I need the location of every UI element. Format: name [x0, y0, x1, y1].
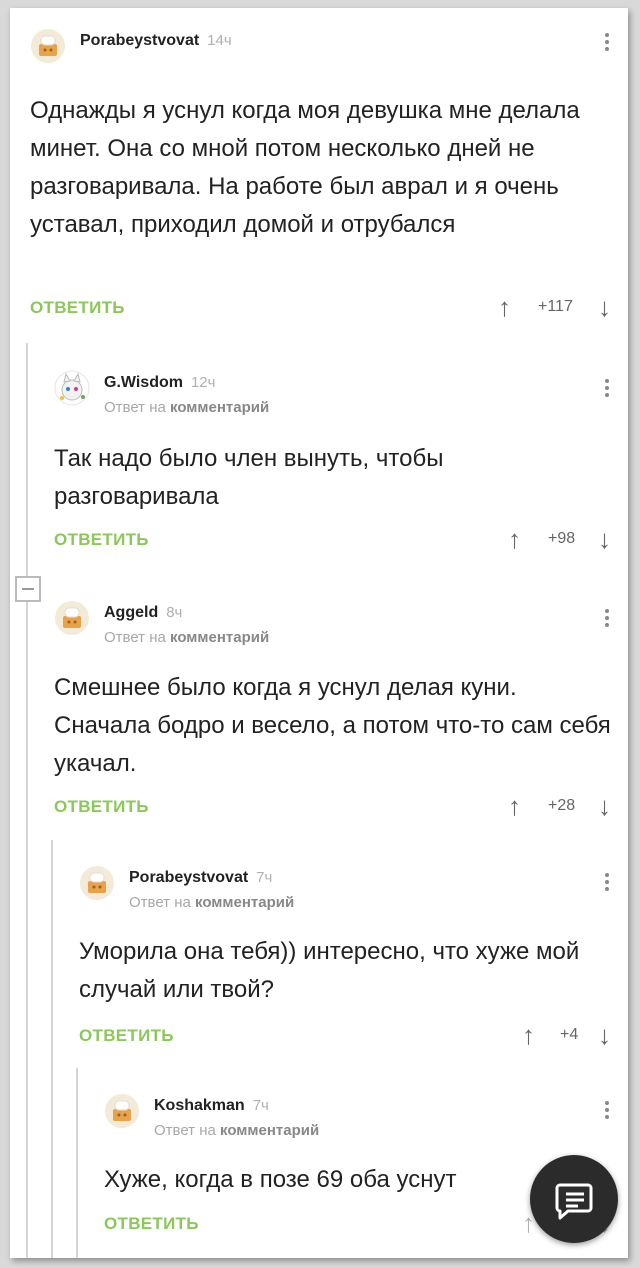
votes: ↑ +98 ↓ — [508, 524, 616, 554]
thread-line — [51, 840, 53, 1258]
vote-count: +117 — [538, 298, 573, 315]
reply-to: Ответ на комментарий — [104, 399, 269, 416]
vote-count: +98 — [548, 530, 576, 547]
comment-time: 12ч — [190, 374, 216, 391]
comment-time: 14ч — [207, 32, 232, 49]
arrow-up-icon[interactable]: ↑ — [498, 292, 511, 323]
votes: ↑ +4 ↓ — [522, 1020, 616, 1050]
avatar[interactable] — [54, 370, 90, 406]
vote-count: +4 — [560, 1026, 579, 1043]
author-name[interactable]: Koshakman 7ч — [154, 1097, 269, 1115]
comment-time: 7ч — [256, 869, 273, 886]
avatar[interactable] — [104, 1093, 140, 1129]
author-name-text[interactable]: Porabeystvovat — [129, 869, 248, 886]
comment-header: Aggeld 8ч Ответ на комментарий — [54, 598, 614, 646]
author-name[interactable]: Porabeystvovat 7ч — [129, 869, 272, 887]
reply-button[interactable]: ОТВЕТИТЬ — [104, 1214, 199, 1234]
reply-to-link[interactable]: комментарий — [170, 399, 269, 416]
reply-to-link[interactable]: комментарий — [170, 629, 269, 646]
arrow-down-icon[interactable]: ↓ — [598, 292, 611, 323]
author-name-text[interactable]: G.Wisdom — [104, 374, 183, 391]
avatar[interactable] — [79, 865, 115, 901]
author-name-text[interactable]: Koshakman — [154, 1097, 245, 1114]
comments-screen: Porabeystvovat 14ч Однажды я уснул когда … — [10, 8, 628, 1258]
author-name[interactable]: Porabeystvovat 14ч — [80, 32, 232, 50]
reply-to-prefix: Ответ на — [104, 399, 166, 416]
reply-to-link[interactable]: комментарий — [220, 1122, 319, 1139]
arrow-down-icon[interactable]: ↓ — [598, 1020, 611, 1051]
comment-header: G.Wisdom 12ч Ответ на комментарий — [54, 368, 614, 416]
reply-button[interactable]: ОТВЕТИТЬ — [30, 298, 125, 318]
more-vertical-icon[interactable] — [602, 870, 612, 894]
collapse-thread-button[interactable] — [15, 576, 41, 602]
comment-header: Koshakman 7ч Ответ на комментарий — [104, 1091, 614, 1139]
thread-line — [76, 1068, 78, 1258]
comment-text: Так надо было член вынуть, чтобы разгова… — [54, 445, 444, 510]
arrow-up-icon[interactable]: ↑ — [522, 1020, 535, 1051]
reply-button[interactable]: ОТВЕТИТЬ — [79, 1026, 174, 1046]
reply-to-prefix: Ответ на — [154, 1122, 216, 1139]
votes: ↑ +28 ↓ — [508, 791, 616, 821]
more-vertical-icon[interactable] — [602, 606, 612, 630]
vote-count: +28 — [548, 797, 576, 814]
comment-text: Однажды я уснул когда моя девушка мне де… — [30, 97, 580, 238]
reply-to: Ответ на комментарий — [129, 894, 294, 911]
reply-to-prefix: Ответ на — [104, 629, 166, 646]
avatar[interactable] — [54, 600, 90, 636]
comment-header: Porabeystvovat 7ч Ответ на комментарий — [79, 863, 614, 911]
thread-line — [26, 343, 28, 1258]
author-name[interactable]: Aggeld 8ч — [104, 604, 182, 622]
more-vertical-icon[interactable] — [602, 376, 612, 400]
comment-header: Porabeystvovat 14ч — [30, 26, 620, 66]
arrow-up-icon[interactable]: ↑ — [508, 791, 521, 822]
comment-text: Уморила она тебя)) интересно, что хуже м… — [79, 938, 580, 1003]
add-comment-button[interactable] — [530, 1155, 618, 1243]
comment-text: Хуже, когда в позе 69 оба уснут — [104, 1166, 457, 1193]
more-vertical-icon[interactable] — [602, 30, 612, 54]
reply-to: Ответ на комментарий — [154, 1122, 319, 1139]
more-vertical-icon[interactable] — [602, 1098, 612, 1122]
arrow-down-icon[interactable]: ↓ — [598, 791, 611, 822]
arrow-down-icon[interactable]: ↓ — [598, 524, 611, 555]
votes: ↑ +117 ↓ — [498, 292, 616, 322]
reply-button[interactable]: ОТВЕТИТЬ — [54, 530, 149, 550]
comment-time: 8ч — [166, 604, 183, 621]
author-name-text[interactable]: Porabeystvovat — [80, 32, 199, 49]
reply-to-link[interactable]: комментарий — [195, 894, 294, 911]
arrow-up-icon[interactable]: ↑ — [508, 524, 521, 555]
comment-time: 7ч — [252, 1097, 269, 1114]
reply-button[interactable]: ОТВЕТИТЬ — [54, 797, 149, 817]
author-name-text[interactable]: Aggeld — [104, 604, 158, 621]
comment-icon — [555, 1183, 593, 1220]
comment-text: Смешнее было когда я уснул делая куни. С… — [54, 674, 611, 777]
reply-to: Ответ на комментарий — [104, 629, 269, 646]
reply-to-prefix: Ответ на — [129, 894, 191, 911]
author-name[interactable]: G.Wisdom 12ч — [104, 374, 215, 392]
avatar[interactable] — [30, 28, 66, 64]
